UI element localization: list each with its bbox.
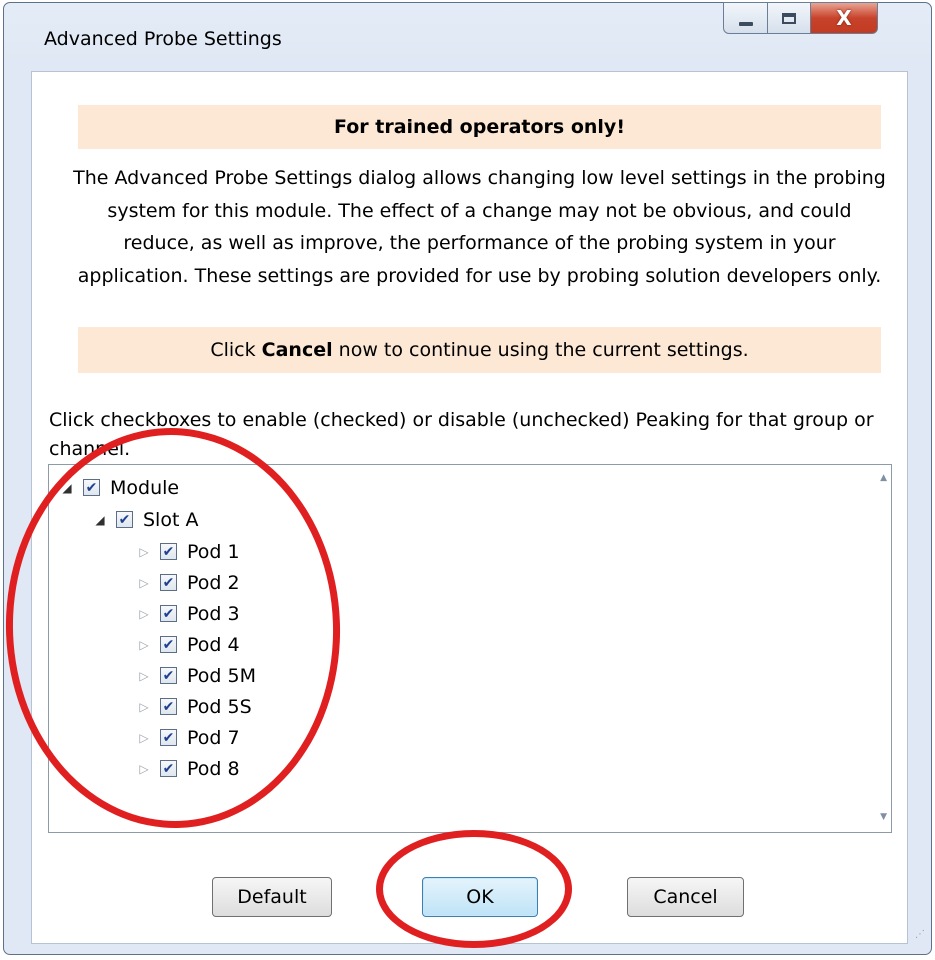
- dialog-window: Advanced Probe Settings X For trained op…: [3, 2, 932, 955]
- tree-node-pod[interactable]: ▷ ✔ Pod 2: [136, 567, 240, 598]
- close-icon: X: [836, 6, 852, 30]
- pod-label: Pod 5M: [187, 664, 256, 687]
- pod-checkbox[interactable]: ✔: [160, 729, 177, 746]
- module-checkbox[interactable]: ✔: [83, 479, 100, 496]
- scroll-down-icon[interactable]: ▼: [880, 812, 887, 822]
- cancel-hint-banner: Click Cancel now to continue using the c…: [78, 327, 881, 373]
- default-button[interactable]: Default: [212, 877, 332, 917]
- maximize-icon: [782, 12, 796, 24]
- tree-node-pod[interactable]: ▷ ✔ Pod 3: [136, 598, 240, 629]
- tree-node-pod[interactable]: ▷ ✔ Pod 7: [136, 722, 240, 753]
- collapsed-arrow-icon[interactable]: ▷: [136, 638, 152, 652]
- pod-label: Pod 8: [187, 757, 240, 780]
- warning-banner: For trained operators only!: [78, 105, 881, 149]
- window-title: Advanced Probe Settings: [44, 28, 282, 50]
- tree-node-pod[interactable]: ▷ ✔ Pod 1: [136, 536, 240, 567]
- pod-checkbox[interactable]: ✔: [160, 543, 177, 560]
- minimize-button[interactable]: [723, 2, 768, 34]
- collapsed-arrow-icon[interactable]: ▷: [136, 576, 152, 590]
- tree-node-pod[interactable]: ▷ ✔ Pod 5S: [136, 691, 252, 722]
- collapsed-arrow-icon[interactable]: ▷: [136, 731, 152, 745]
- pod-label: Pod 7: [187, 726, 240, 749]
- pod-checkbox[interactable]: ✔: [160, 574, 177, 591]
- module-label: Module: [110, 476, 180, 499]
- pod-checkbox[interactable]: ✔: [160, 636, 177, 653]
- pod-label: Pod 3: [187, 602, 240, 625]
- tree-node-slot-a[interactable]: ◢ ✔ Slot A: [92, 504, 198, 535]
- ok-button[interactable]: OK: [422, 877, 538, 917]
- pod-checkbox[interactable]: ✔: [160, 605, 177, 622]
- probe-tree[interactable]: ◢ ✔ Module ◢ ✔ Slot A ▷ ✔ Pod 1 ▷ ✔ Pod …: [48, 464, 892, 833]
- dialog-content: For trained operators only! The Advanced…: [31, 71, 908, 944]
- scroll-up-icon[interactable]: ▲: [880, 473, 887, 483]
- collapsed-arrow-icon[interactable]: ▷: [136, 762, 152, 776]
- expanded-arrow-icon[interactable]: ◢: [59, 481, 75, 495]
- description-text: The Advanced Probe Settings dialog allow…: [73, 167, 886, 287]
- tree-node-pod[interactable]: ▷ ✔ Pod 8: [136, 753, 240, 784]
- pod-label: Pod 2: [187, 571, 240, 594]
- cancel-button[interactable]: Cancel: [627, 877, 744, 917]
- minimize-icon: [738, 22, 753, 26]
- tree-node-module[interactable]: ◢ ✔ Module: [59, 472, 179, 503]
- expanded-arrow-icon[interactable]: ◢: [92, 513, 108, 527]
- pod-label: Pod 4: [187, 633, 240, 656]
- pod-checkbox[interactable]: ✔: [160, 760, 177, 777]
- window-caption-buttons: X: [723, 2, 878, 36]
- maximize-button[interactable]: [768, 2, 811, 34]
- instruction-text: Click checkboxes to enable (checked) or …: [49, 409, 874, 460]
- tree-node-pod[interactable]: ▷ ✔ Pod 5M: [136, 660, 256, 691]
- pod-checkbox[interactable]: ✔: [160, 698, 177, 715]
- collapsed-arrow-icon[interactable]: ▷: [136, 545, 152, 559]
- resize-grip-icon[interactable]: ⋰: [909, 930, 925, 948]
- collapsed-arrow-icon[interactable]: ▷: [136, 669, 152, 683]
- tree-node-pod[interactable]: ▷ ✔ Pod 4: [136, 629, 240, 660]
- pod-label: Pod 5S: [187, 695, 252, 718]
- collapsed-arrow-icon[interactable]: ▷: [136, 700, 152, 714]
- slot-a-checkbox[interactable]: ✔: [116, 511, 133, 528]
- pod-label: Pod 1: [187, 540, 240, 563]
- cancel-hint-bold: Cancel: [261, 339, 333, 361]
- cancel-hint-suffix: now to continue using the current settin…: [338, 339, 749, 361]
- cancel-hint-prefix: Click: [210, 339, 256, 361]
- slot-a-label: Slot A: [143, 508, 199, 531]
- close-button[interactable]: X: [811, 2, 878, 34]
- pod-checkbox[interactable]: ✔: [160, 667, 177, 684]
- collapsed-arrow-icon[interactable]: ▷: [136, 607, 152, 621]
